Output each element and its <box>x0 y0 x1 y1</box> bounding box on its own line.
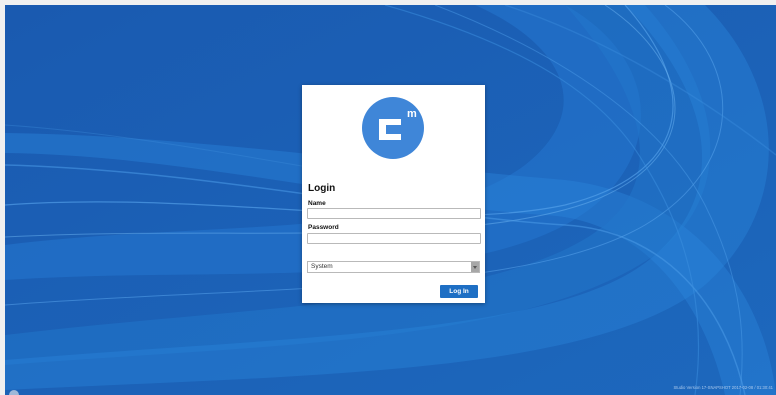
name-label: Name <box>308 200 326 207</box>
domain-select-value: System <box>311 263 333 270</box>
login-button[interactable]: Log In <box>440 285 478 298</box>
password-field[interactable] <box>307 233 481 244</box>
login-dialog: m Login Name Password System Log In <box>302 85 485 303</box>
password-label: Password <box>308 224 339 231</box>
domain-select[interactable]: System <box>307 261 480 273</box>
desktop-background: m Login Name Password System Log In Stud… <box>5 5 776 395</box>
name-field[interactable] <box>307 208 481 219</box>
login-title: Login <box>308 183 336 194</box>
cm-logo-icon: m <box>362 97 424 159</box>
version-label: Studio Version 17-SNAPSHOT 2017-02-08 / … <box>673 385 773 390</box>
chevron-down-icon[interactable] <box>471 262 479 272</box>
taskbar-icon[interactable] <box>9 390 19 395</box>
svg-text:m: m <box>407 108 417 120</box>
